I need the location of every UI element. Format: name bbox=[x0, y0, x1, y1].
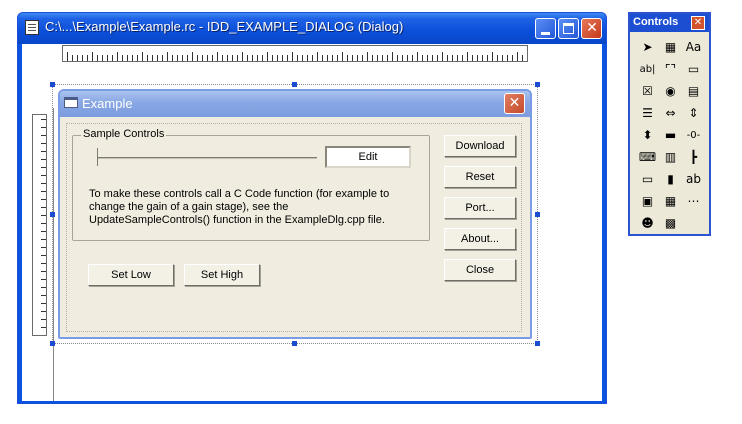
pointer-tool[interactable]: ➤ bbox=[636, 36, 659, 58]
ruler-ticks bbox=[67, 52, 523, 61]
extended-combo-tool[interactable]: ▩ bbox=[659, 212, 682, 234]
dialog-title: Example bbox=[82, 96, 133, 111]
resize-handle[interactable] bbox=[50, 341, 55, 346]
custom-control-icon: ☻ bbox=[641, 216, 654, 230]
resize-handle[interactable] bbox=[535, 82, 540, 87]
dialog-window-icon bbox=[64, 97, 78, 108]
extended-combo-icon: ▩ bbox=[664, 216, 677, 230]
list-box-tool[interactable]: ☰ bbox=[636, 102, 659, 124]
slider-thumb[interactable] bbox=[97, 148, 98, 166]
toolbox-grid: ➤ ▦ Aa ab| ⌜⌝ ▭ ☒ ◉ ▤ ☰ ⇔ ⇕ ⬍ ▬ -0- ⌨ ▥ ┣ ▭ ▮ ab ▣ ▦ ⋯ ☻ ▩ bbox=[636, 36, 706, 234]
port-button[interactable]: Port... bbox=[444, 197, 516, 219]
resize-handle[interactable] bbox=[535, 341, 540, 346]
edit-control[interactable]: Edit bbox=[325, 146, 411, 168]
group-box-icon: ⌜⌝ bbox=[664, 62, 677, 76]
progress-icon: ▬ bbox=[664, 128, 677, 142]
custom-control-tool[interactable]: ☻ bbox=[636, 212, 659, 234]
rich-edit-icon: ab bbox=[686, 172, 701, 186]
maximize-button[interactable] bbox=[558, 18, 579, 39]
list-box-icon: ☰ bbox=[642, 106, 653, 120]
check-box-icon: ☒ bbox=[642, 84, 653, 98]
check-box-tool[interactable]: ☒ bbox=[636, 80, 659, 102]
window-titlebar[interactable]: C:\...\Example\Example.rc - IDD_EXAMPLE_… bbox=[18, 13, 606, 44]
list-control-tool[interactable]: ▥ bbox=[659, 146, 682, 168]
toolbox-titlebar[interactable]: Controls ✕ bbox=[630, 14, 709, 32]
horizontal-ruler[interactable] bbox=[62, 45, 528, 62]
slider-icon: -0- bbox=[686, 129, 701, 141]
horizontal-scrollbar-tool[interactable]: ⇔ bbox=[659, 102, 682, 124]
picture-icon: ▦ bbox=[664, 40, 677, 54]
tab-control-icon: ▭ bbox=[641, 172, 654, 186]
toolbox-close-button[interactable]: ✕ bbox=[691, 16, 705, 30]
vertical-ruler[interactable] bbox=[32, 114, 47, 336]
hotkey-icon: ⌨ bbox=[638, 150, 657, 164]
static-text-tool[interactable]: Aa bbox=[682, 36, 705, 58]
ruler-ticks bbox=[41, 119, 46, 331]
ip-address-icon: ⋯ bbox=[687, 194, 700, 208]
date-time-picker-tool[interactable]: ▣ bbox=[636, 190, 659, 212]
button-icon: ▭ bbox=[687, 62, 700, 76]
toolbox-title: Controls bbox=[633, 16, 679, 28]
month-calendar-icon: ▦ bbox=[664, 194, 677, 208]
set-low-button[interactable]: Set Low bbox=[88, 264, 174, 286]
slider-control[interactable] bbox=[97, 157, 317, 159]
resource-editor-window: C:\...\Example\Example.rc - IDD_EXAMPLE_… bbox=[17, 12, 607, 404]
ip-address-tool[interactable]: ⋯ bbox=[682, 190, 705, 212]
description-text[interactable]: To make these controls call a C Code fun… bbox=[89, 188, 409, 227]
close-icon: ✕ bbox=[508, 95, 521, 111]
group-box-tool[interactable]: ⌜⌝ bbox=[659, 58, 682, 80]
tree-control-tool[interactable]: ┣ bbox=[682, 146, 705, 168]
window-title: C:\...\Example\Example.rc - IDD_EXAMPLE_… bbox=[45, 19, 404, 34]
resize-handle[interactable] bbox=[50, 212, 55, 217]
close-dialog-button[interactable]: Close bbox=[444, 259, 516, 281]
animation-icon: ▮ bbox=[667, 172, 674, 186]
close-button[interactable]: ✕ bbox=[581, 18, 602, 39]
vertical-scrollbar-icon: ⇕ bbox=[688, 106, 699, 120]
hotkey-tool[interactable]: ⌨ bbox=[636, 146, 659, 168]
date-time-picker-icon: ▣ bbox=[641, 194, 654, 208]
rich-edit-tool[interactable]: ab bbox=[682, 168, 705, 190]
resize-handle[interactable] bbox=[50, 82, 55, 87]
spin-tool[interactable]: ⬍ bbox=[636, 124, 659, 146]
slider-tool[interactable]: -0- bbox=[682, 124, 705, 146]
download-button[interactable]: Download bbox=[444, 135, 516, 157]
reset-button[interactable]: Reset bbox=[444, 166, 516, 188]
edit-box-icon: ab| bbox=[639, 63, 656, 75]
groupbox-label: Sample Controls bbox=[81, 128, 167, 140]
horizontal-scrollbar-icon: ⇔ bbox=[665, 106, 676, 120]
close-icon: ✕ bbox=[586, 20, 598, 36]
resize-handle[interactable] bbox=[292, 341, 297, 346]
picture-tool[interactable]: ▦ bbox=[659, 36, 682, 58]
spin-icon: ⬍ bbox=[642, 128, 653, 142]
dialog-close-button[interactable]: ✕ bbox=[504, 93, 525, 114]
dialog-editor-canvas[interactable]: Example ✕ Sample Controls Edit To make t… bbox=[22, 44, 602, 401]
progress-tool[interactable]: ▬ bbox=[659, 124, 682, 146]
dialog-titlebar[interactable]: Example ✕ bbox=[60, 91, 530, 117]
about-button[interactable]: About... bbox=[444, 228, 516, 250]
edit-box-tool[interactable]: ab| bbox=[636, 58, 659, 80]
set-high-button[interactable]: Set High bbox=[184, 264, 260, 286]
resource-file-icon bbox=[25, 20, 39, 35]
resize-handle[interactable] bbox=[535, 212, 540, 217]
animation-tool[interactable]: ▮ bbox=[659, 168, 682, 190]
combo-box-icon: ▤ bbox=[687, 84, 700, 98]
controls-toolbox: Controls ✕ ➤ ▦ Aa ab| ⌜⌝ ▭ ☒ ◉ ▤ ☰ ⇔ ⇕ ⬍ ▬ -0- ⌨ ▥ ┣ ▭ ▮ ab ▣… bbox=[628, 12, 711, 236]
tab-control-tool[interactable]: ▭ bbox=[636, 168, 659, 190]
button-tool[interactable]: ▭ bbox=[682, 58, 705, 80]
static-text-icon: Aa bbox=[685, 40, 702, 54]
minimize-button[interactable] bbox=[535, 18, 556, 39]
radio-button-tool[interactable]: ◉ bbox=[659, 80, 682, 102]
month-calendar-tool[interactable]: ▦ bbox=[659, 190, 682, 212]
pointer-icon: ➤ bbox=[642, 40, 653, 54]
resize-handle[interactable] bbox=[292, 82, 297, 87]
example-dialog[interactable]: Example ✕ Sample Controls Edit To make t… bbox=[58, 89, 532, 339]
tree-control-icon: ┣ bbox=[689, 150, 698, 164]
list-control-icon: ▥ bbox=[664, 150, 677, 164]
sample-controls-groupbox[interactable]: Sample Controls Edit To make these contr… bbox=[72, 128, 430, 241]
vertical-scrollbar-tool[interactable]: ⇕ bbox=[682, 102, 705, 124]
combo-box-tool[interactable]: ▤ bbox=[682, 80, 705, 102]
radio-button-icon: ◉ bbox=[665, 84, 676, 98]
